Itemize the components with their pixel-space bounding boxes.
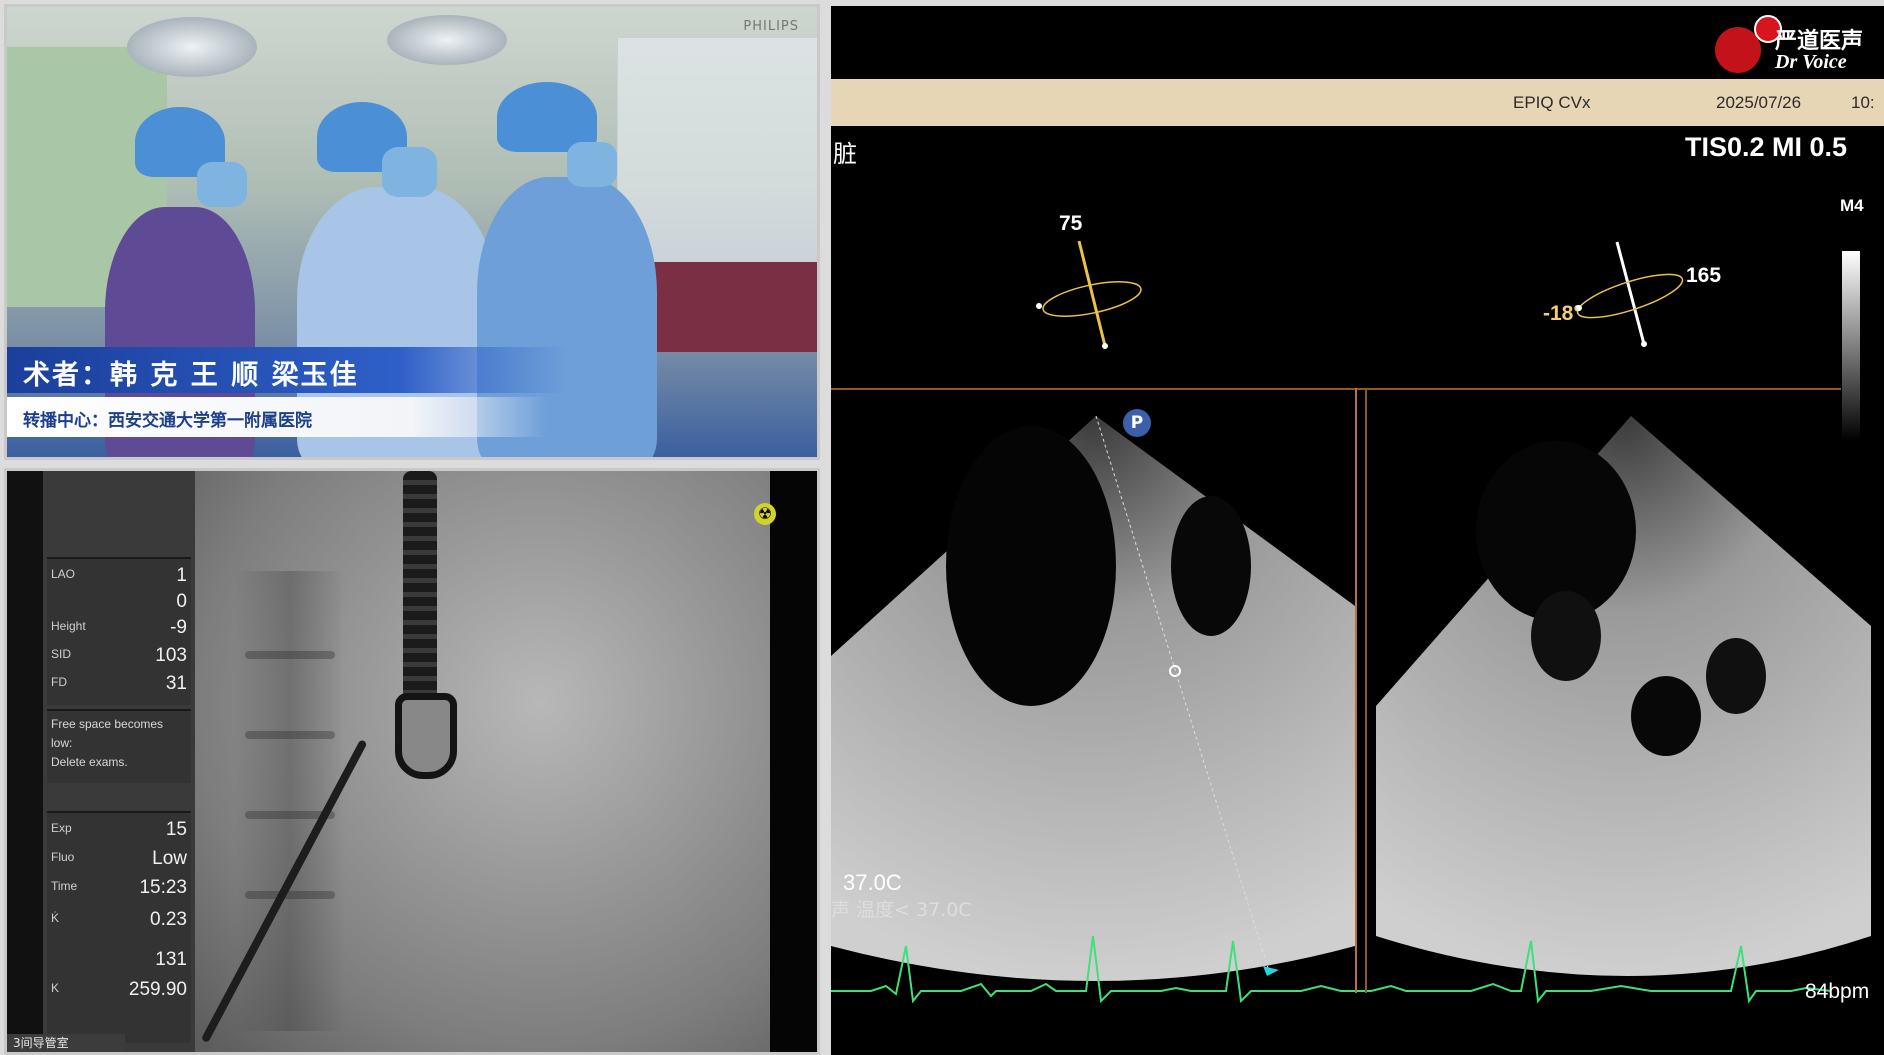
row-fluo: Fluo Low: [51, 848, 187, 870]
broadcast-center-bar: 转播中心：西安交通大学第一附属医院: [7, 397, 547, 437]
row-time: Time 15:23: [51, 877, 187, 899]
exposure-block: Exp 15 Fluo Low Time 15:23 K̇ 0.23 131 K: [47, 811, 191, 1043]
divider-vertical: [1355, 388, 1357, 993]
surgical-lamp: [127, 17, 257, 77]
row-cran: 0: [51, 591, 187, 613]
fluoroscopy-panel: LAO 1 0 Height -9 SID 103 FD 31 Free spa…: [4, 468, 820, 1055]
vertebra: [245, 651, 335, 659]
fluo-label: Fluo: [51, 850, 75, 864]
depth-marker-icon: [1263, 966, 1279, 976]
radiation-icon: ☢: [754, 503, 776, 525]
dose-rate-label: K̇: [51, 911, 60, 925]
exp-label: Exp: [51, 821, 72, 835]
dose-value: 259.90: [128, 979, 187, 1000]
dose-label: K: [51, 981, 60, 995]
message-block: Free space becomes low: Delete exams.: [47, 709, 191, 783]
vertebra: [245, 731, 335, 739]
right-plane-indicator: [1576, 241, 1684, 347]
row-dose: K 259.90: [51, 979, 187, 1001]
left-chamber: [1171, 496, 1251, 636]
exp-value: 15: [165, 819, 187, 840]
fluoroscopy-image: [195, 471, 770, 1052]
surgery-video-panel: PHILIPS 术者：韩 克 王 顺 梁玉佳 转播中心：西安交通大学第一附属医院: [4, 4, 820, 460]
divider-horizontal: [831, 388, 1841, 390]
room-status-tab[interactable]: 3间导管室: [7, 1034, 125, 1052]
echocardiography-panel: 严道医声 Dr Voice EPIQ CVx 2025/07/26 10: 脏 …: [831, 6, 1884, 1055]
message-line: Delete exams.: [51, 755, 128, 769]
fd-value: 31: [165, 673, 187, 694]
row-exp: Exp 15: [51, 819, 187, 841]
echo-graphics: [831, 240, 1871, 1004]
row-fd: FD 31: [51, 673, 187, 695]
left-chamber: [946, 426, 1116, 706]
sid-label: SID: [51, 647, 72, 661]
heart-rate-readout: 84bpm: [1805, 980, 1870, 1003]
time-value: 15:23: [139, 877, 187, 898]
row-count: 131: [51, 949, 187, 971]
height-label: Height: [51, 619, 86, 633]
lao-value: 1: [176, 565, 187, 586]
message-line: Free space becomes: [51, 717, 164, 731]
divider-vertical: [1365, 388, 1367, 993]
temperature-warning: 声 温度< 37.0C: [831, 899, 972, 921]
lao-label: LAO: [51, 567, 76, 581]
right-chamber: [1531, 591, 1601, 681]
left-plane-indicator: [1036, 240, 1142, 349]
row-lao: LAO 1: [51, 565, 187, 587]
dose-rate-value: 0.23: [150, 909, 187, 930]
count-value: 131: [155, 949, 187, 970]
row-dose-rate: K̇ 0.23: [51, 909, 187, 931]
philips-brand-text: PHILIPS: [743, 19, 799, 34]
row-sid: SID 103: [51, 645, 187, 667]
geometry-block: LAO 1 0 Height -9 SID 103 FD 31: [47, 557, 191, 705]
surgeons-caption-bar: 术者：韩 克 王 顺 梁玉佳: [7, 347, 567, 393]
p-marker-icon: P: [1123, 409, 1151, 437]
right-chamber: [1631, 676, 1701, 756]
surgical-mask: [197, 162, 247, 207]
temperature-readout: 37.0C: [843, 870, 902, 895]
time-label: Time: [51, 879, 78, 893]
fluoro-left-strip: [7, 471, 43, 1052]
surgical-mask: [382, 147, 437, 197]
broadcast-center-caption: 转播中心：西安交通大学第一附属医院: [23, 411, 312, 431]
tee-probe-tip: [395, 693, 457, 779]
surgical-mask: [567, 142, 617, 187]
cran-value: 0: [176, 591, 187, 612]
height-value: -9: [170, 617, 187, 638]
surgeons-caption: 术者：韩 克 王 顺 梁玉佳: [23, 360, 359, 391]
message-line: low:: [51, 736, 73, 750]
vertebra: [245, 891, 335, 899]
fd-label: FD: [51, 675, 67, 689]
surgical-lamp: [387, 15, 507, 65]
fluo-value: Low: [152, 848, 187, 869]
row-height: Height -9: [51, 617, 187, 639]
sid-value: 103: [155, 645, 187, 666]
fluoro-info-column: LAO 1 0 Height -9 SID 103 FD 31 Free spa…: [43, 471, 195, 1052]
right-chamber: [1706, 638, 1766, 714]
tee-probe-shaft: [403, 471, 437, 701]
